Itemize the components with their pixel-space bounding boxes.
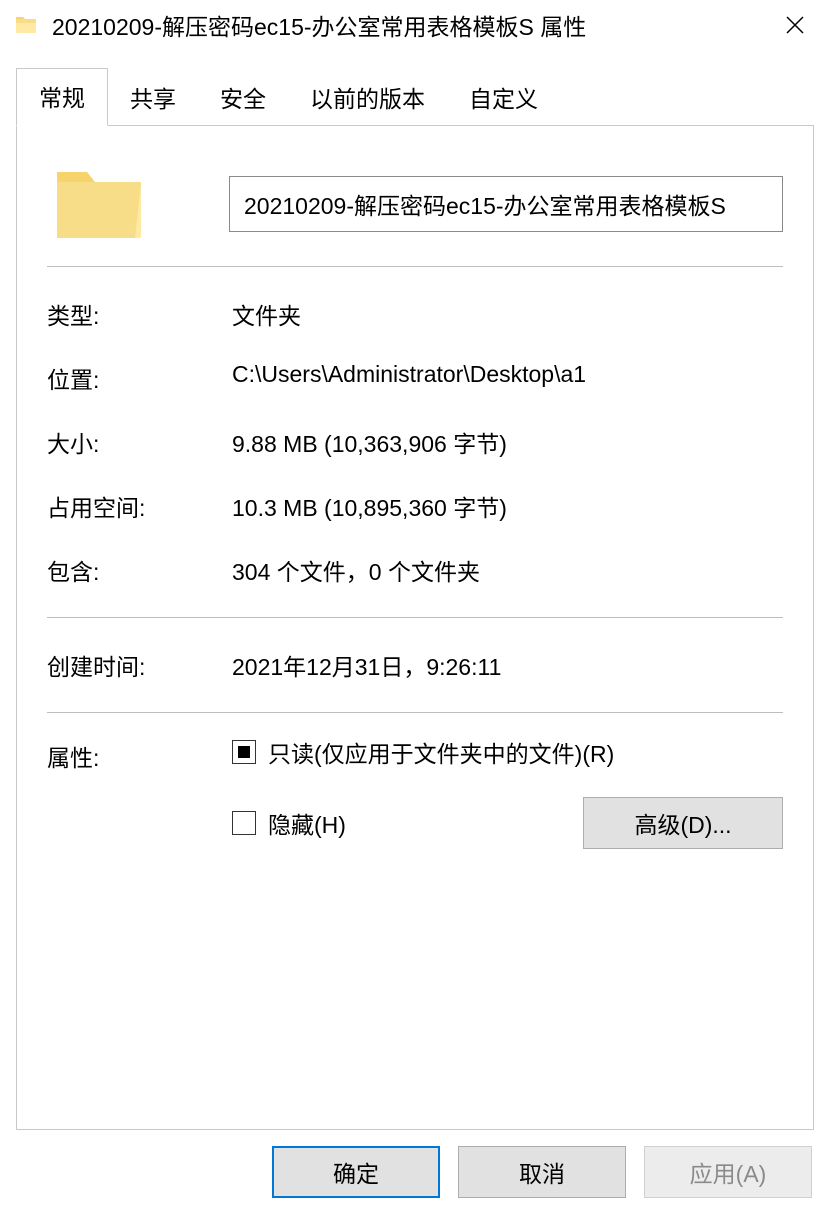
tab-sharing[interactable]: 共享 — [108, 70, 198, 126]
row-size-on-disk: 占用空间: 10.3 MB (10,895,360 字节) — [47, 489, 783, 523]
readonly-checkbox[interactable] — [232, 740, 256, 764]
tab-general[interactable]: 常规 — [16, 68, 108, 126]
location-value: C:\Users\Administrator\Desktop\a1 — [232, 361, 783, 395]
window-title: 20210209-解压密码ec15-办公室常用表格模板S 属性 — [52, 8, 586, 42]
tab-panel: 20210209-解压密码ec15-办公室常用表格模板S 类型: 文件夹 位置:… — [16, 125, 814, 1130]
separator — [47, 712, 783, 713]
ok-button-label: 确定 — [333, 1155, 379, 1189]
readonly-label: 只读(仅应用于文件夹中的文件)(R) — [268, 735, 614, 769]
apply-button[interactable]: 应用(A) — [644, 1146, 812, 1198]
advanced-button-label: 高级(D)... — [634, 806, 731, 840]
folder-large-icon — [51, 164, 147, 244]
header-row: 20210209-解压密码ec15-办公室常用表格模板S — [47, 164, 783, 244]
separator — [47, 266, 783, 267]
advanced-button[interactable]: 高级(D)... — [583, 797, 783, 849]
tab-security[interactable]: 安全 — [198, 70, 288, 126]
properties-dialog: 20210209-解压密码ec15-办公室常用表格模板S 属性 常规 共享 安全… — [0, 0, 830, 1218]
readonly-checkbox-row: 只读(仅应用于文件夹中的文件)(R) — [232, 735, 783, 769]
attributes-label: 属性: — [47, 735, 232, 773]
cancel-button-label: 取消 — [519, 1155, 565, 1189]
tab-previous-versions[interactable]: 以前的版本 — [288, 70, 447, 126]
separator — [47, 617, 783, 618]
created-label: 创建时间: — [47, 648, 232, 682]
tab-strip: 常规 共享 安全 以前的版本 自定义 — [16, 68, 814, 126]
hidden-checkbox-row: 隐藏(H) — [232, 806, 346, 840]
tab-area: 常规 共享 安全 以前的版本 自定义 20210209-解压密码ec15-办公室… — [16, 68, 814, 1130]
apply-button-label: 应用(A) — [690, 1155, 767, 1189]
created-value: 2021年12月31日，9:26:11 — [232, 648, 783, 682]
folder-icon — [14, 13, 38, 37]
ok-button[interactable]: 确定 — [272, 1146, 440, 1198]
row-type: 类型: 文件夹 — [47, 297, 783, 331]
size-label: 大小: — [47, 425, 232, 459]
hidden-label: 隐藏(H) — [268, 806, 346, 840]
row-location: 位置: C:\Users\Administrator\Desktop\a1 — [47, 361, 783, 395]
close-icon — [785, 15, 805, 35]
row-created: 创建时间: 2021年12月31日，9:26:11 — [47, 648, 783, 682]
cancel-button[interactable]: 取消 — [458, 1146, 626, 1198]
contains-label: 包含: — [47, 553, 232, 587]
tab-customize[interactable]: 自定义 — [447, 70, 560, 126]
titlebar: 20210209-解压密码ec15-办公室常用表格模板S 属性 — [0, 0, 830, 50]
contains-value: 304 个文件，0 个文件夹 — [232, 553, 783, 587]
close-button[interactable] — [760, 0, 830, 50]
row-size: 大小: 9.88 MB (10,363,906 字节) — [47, 425, 783, 459]
folder-name-input[interactable]: 20210209-解压密码ec15-办公室常用表格模板S — [229, 176, 783, 232]
row-contains: 包含: 304 个文件，0 个文件夹 — [47, 553, 783, 587]
hidden-checkbox[interactable] — [232, 811, 256, 835]
type-value: 文件夹 — [232, 297, 783, 331]
type-label: 类型: — [47, 297, 232, 331]
dialog-buttons: 确定 取消 应用(A) — [272, 1146, 812, 1198]
row-attributes: 属性: 只读(仅应用于文件夹中的文件)(R) 隐藏(H) — [47, 735, 783, 849]
size-on-disk-value: 10.3 MB (10,895,360 字节) — [232, 489, 783, 523]
size-value: 9.88 MB (10,363,906 字节) — [232, 425, 783, 459]
size-on-disk-label: 占用空间: — [47, 489, 232, 523]
folder-name-value: 20210209-解压密码ec15-办公室常用表格模板S — [244, 187, 726, 221]
location-label: 位置: — [47, 361, 232, 395]
